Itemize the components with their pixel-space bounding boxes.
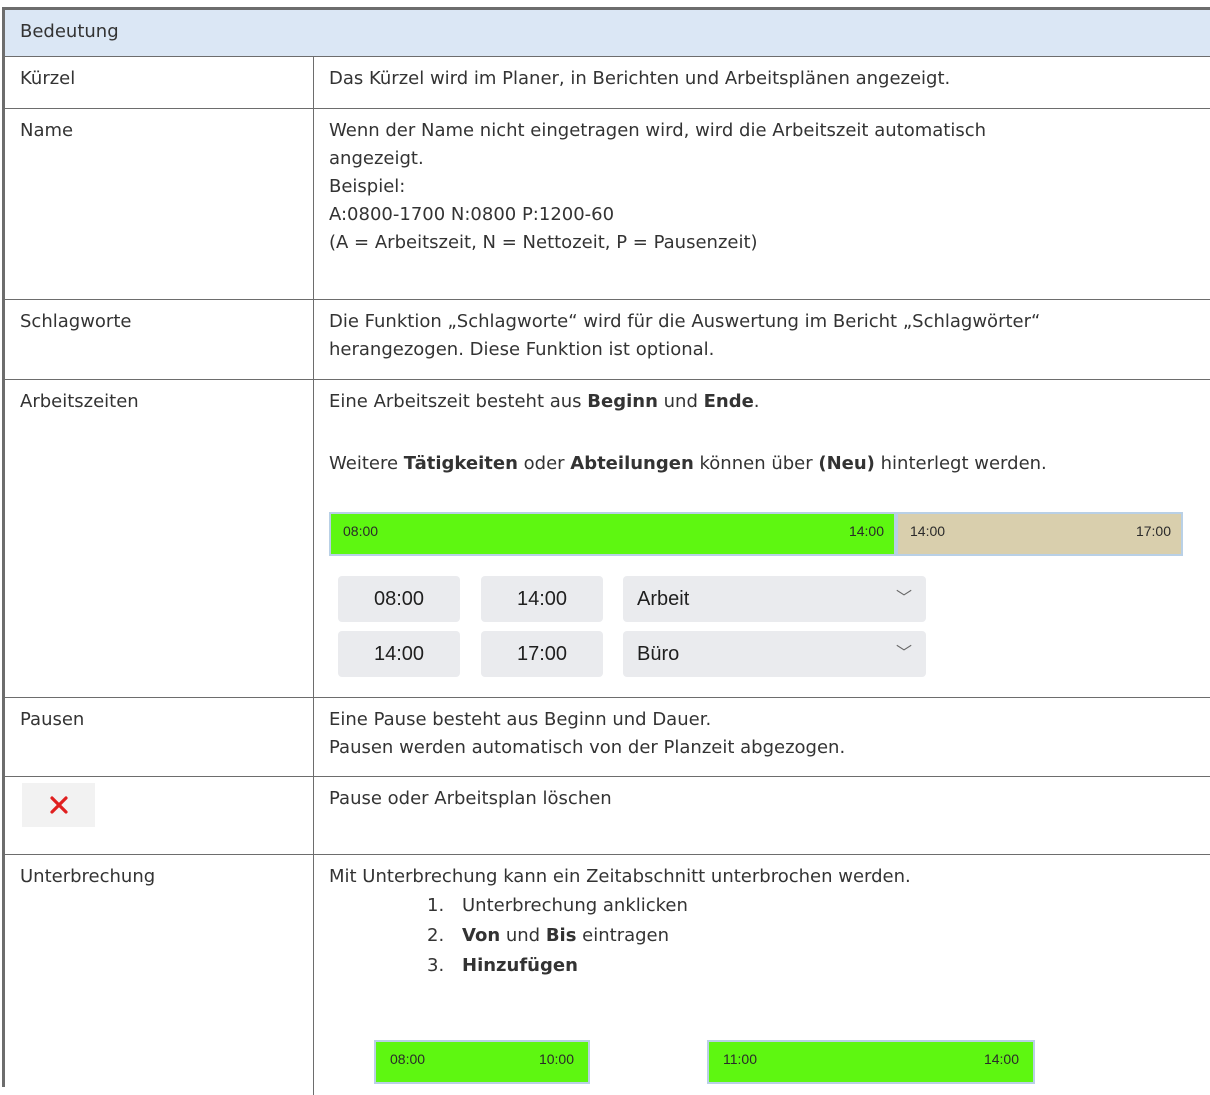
row-label: Pausen xyxy=(20,709,85,730)
list-item: 3. Hinzufügen xyxy=(427,955,578,976)
steps-list: 1. Unterbrechung anklicken 2. Von und Bis … xyxy=(427,891,688,981)
description-line: A:0800-1700 N:0800 P:1200-60 xyxy=(329,204,615,225)
chevron-down-icon: ﹀ xyxy=(895,590,912,607)
description-line: herangezogen. Diese Funktion ist optiona… xyxy=(329,339,715,360)
activity-select[interactable]: Büro ﹀ xyxy=(623,631,926,677)
description-line: Eine Arbeitszeit besteht aus Beginn und … xyxy=(329,391,760,412)
activity-select[interactable]: Arbeit ﹀ xyxy=(623,576,926,622)
row-label: Arbeitszeiten xyxy=(20,391,139,412)
segment-start-time: 14:00 xyxy=(910,523,946,539)
row-label: Kürzel xyxy=(20,68,76,89)
timeline-segment-interrupted-1[interactable]: 08:00 10:00 xyxy=(374,1040,590,1084)
list-item: 1. Unterbrechung anklicken xyxy=(427,895,688,916)
shift-from-input[interactable]: 14:00 xyxy=(338,631,460,677)
segment-end-time: 14:00 xyxy=(983,1051,1019,1067)
row-description: Pause oder Arbeitsplan löschen xyxy=(329,788,612,809)
shift-to-input[interactable]: 14:00 xyxy=(481,576,603,622)
timeline-segment-office[interactable]: 14:00 17:00 xyxy=(896,512,1183,556)
description-line: angezeigt. xyxy=(329,148,424,169)
description-line: (A = Arbeitszeit, N = Nettozeit, P = Pau… xyxy=(329,232,758,253)
description-line: Beispiel: xyxy=(329,176,406,197)
row-description: Das Kürzel wird im Planer, in Berichten … xyxy=(329,68,951,89)
delete-button[interactable] xyxy=(22,783,95,827)
row-arbeitszeiten: Arbeitszeiten Eine Arbeitszeit besteht a… xyxy=(5,380,1210,698)
description-line: Eine Pause besteht aus Beginn und Dauer. xyxy=(329,709,712,730)
description-line: Die Funktion „Schlagworte“ wird für die … xyxy=(329,311,1041,332)
row-name: Name Wenn der Name nicht eingetragen wir… xyxy=(5,109,1210,300)
segment-start-time: 11:00 xyxy=(723,1051,757,1067)
shift-from-input[interactable]: 08:00 xyxy=(338,576,460,622)
row-label: Unterbrechung xyxy=(20,866,156,887)
row-label: Schlagworte xyxy=(20,311,132,332)
chevron-down-icon: ﹀ xyxy=(895,645,912,662)
timeline-segment-interrupted-2[interactable]: 11:00 14:00 xyxy=(707,1040,1035,1084)
description-line: Pausen werden automatisch von der Planze… xyxy=(329,737,846,758)
segment-start-time: 08:00 xyxy=(390,1051,426,1067)
close-icon xyxy=(50,796,68,814)
shift-to-input[interactable]: 17:00 xyxy=(481,631,603,677)
description-line: Wenn der Name nicht eingetragen wird, wi… xyxy=(329,120,987,141)
header-title: Bedeutung xyxy=(20,21,119,42)
row-loeschen: Pause oder Arbeitsplan löschen xyxy=(5,777,1210,855)
row-kuerzel: Kürzel Das Kürzel wird im Planer, in Ber… xyxy=(5,57,1210,109)
row-unterbrechung: Unterbrechung Mit Unterbrechung kann ein… xyxy=(5,855,1210,1095)
row-pausen: Pausen Eine Pause besteht aus Beginn und… xyxy=(5,698,1210,777)
segment-end-time: 17:00 xyxy=(1135,523,1171,539)
segment-end-time: 10:00 xyxy=(538,1051,574,1067)
segment-start-time: 08:00 xyxy=(343,523,379,539)
table-header: Bedeutung xyxy=(5,10,1210,57)
description-line: Mit Unterbrechung kann ein Zeitabschnitt… xyxy=(329,866,911,887)
segment-end-time: 14:00 xyxy=(848,523,884,539)
timeline-segment-work[interactable]: 08:00 14:00 xyxy=(329,512,896,556)
list-item: 2. Von und Bis eintragen xyxy=(427,925,670,946)
description-line: Weitere Tätigkeiten oder Abteilungen kön… xyxy=(329,453,1047,474)
row-label: Name xyxy=(20,120,74,141)
help-table: Bedeutung Kürzel Das Kürzel wird im Plan… xyxy=(2,7,1210,1095)
row-schlagworte: Schlagworte Die Funktion „Schlagworte“ w… xyxy=(5,300,1210,380)
